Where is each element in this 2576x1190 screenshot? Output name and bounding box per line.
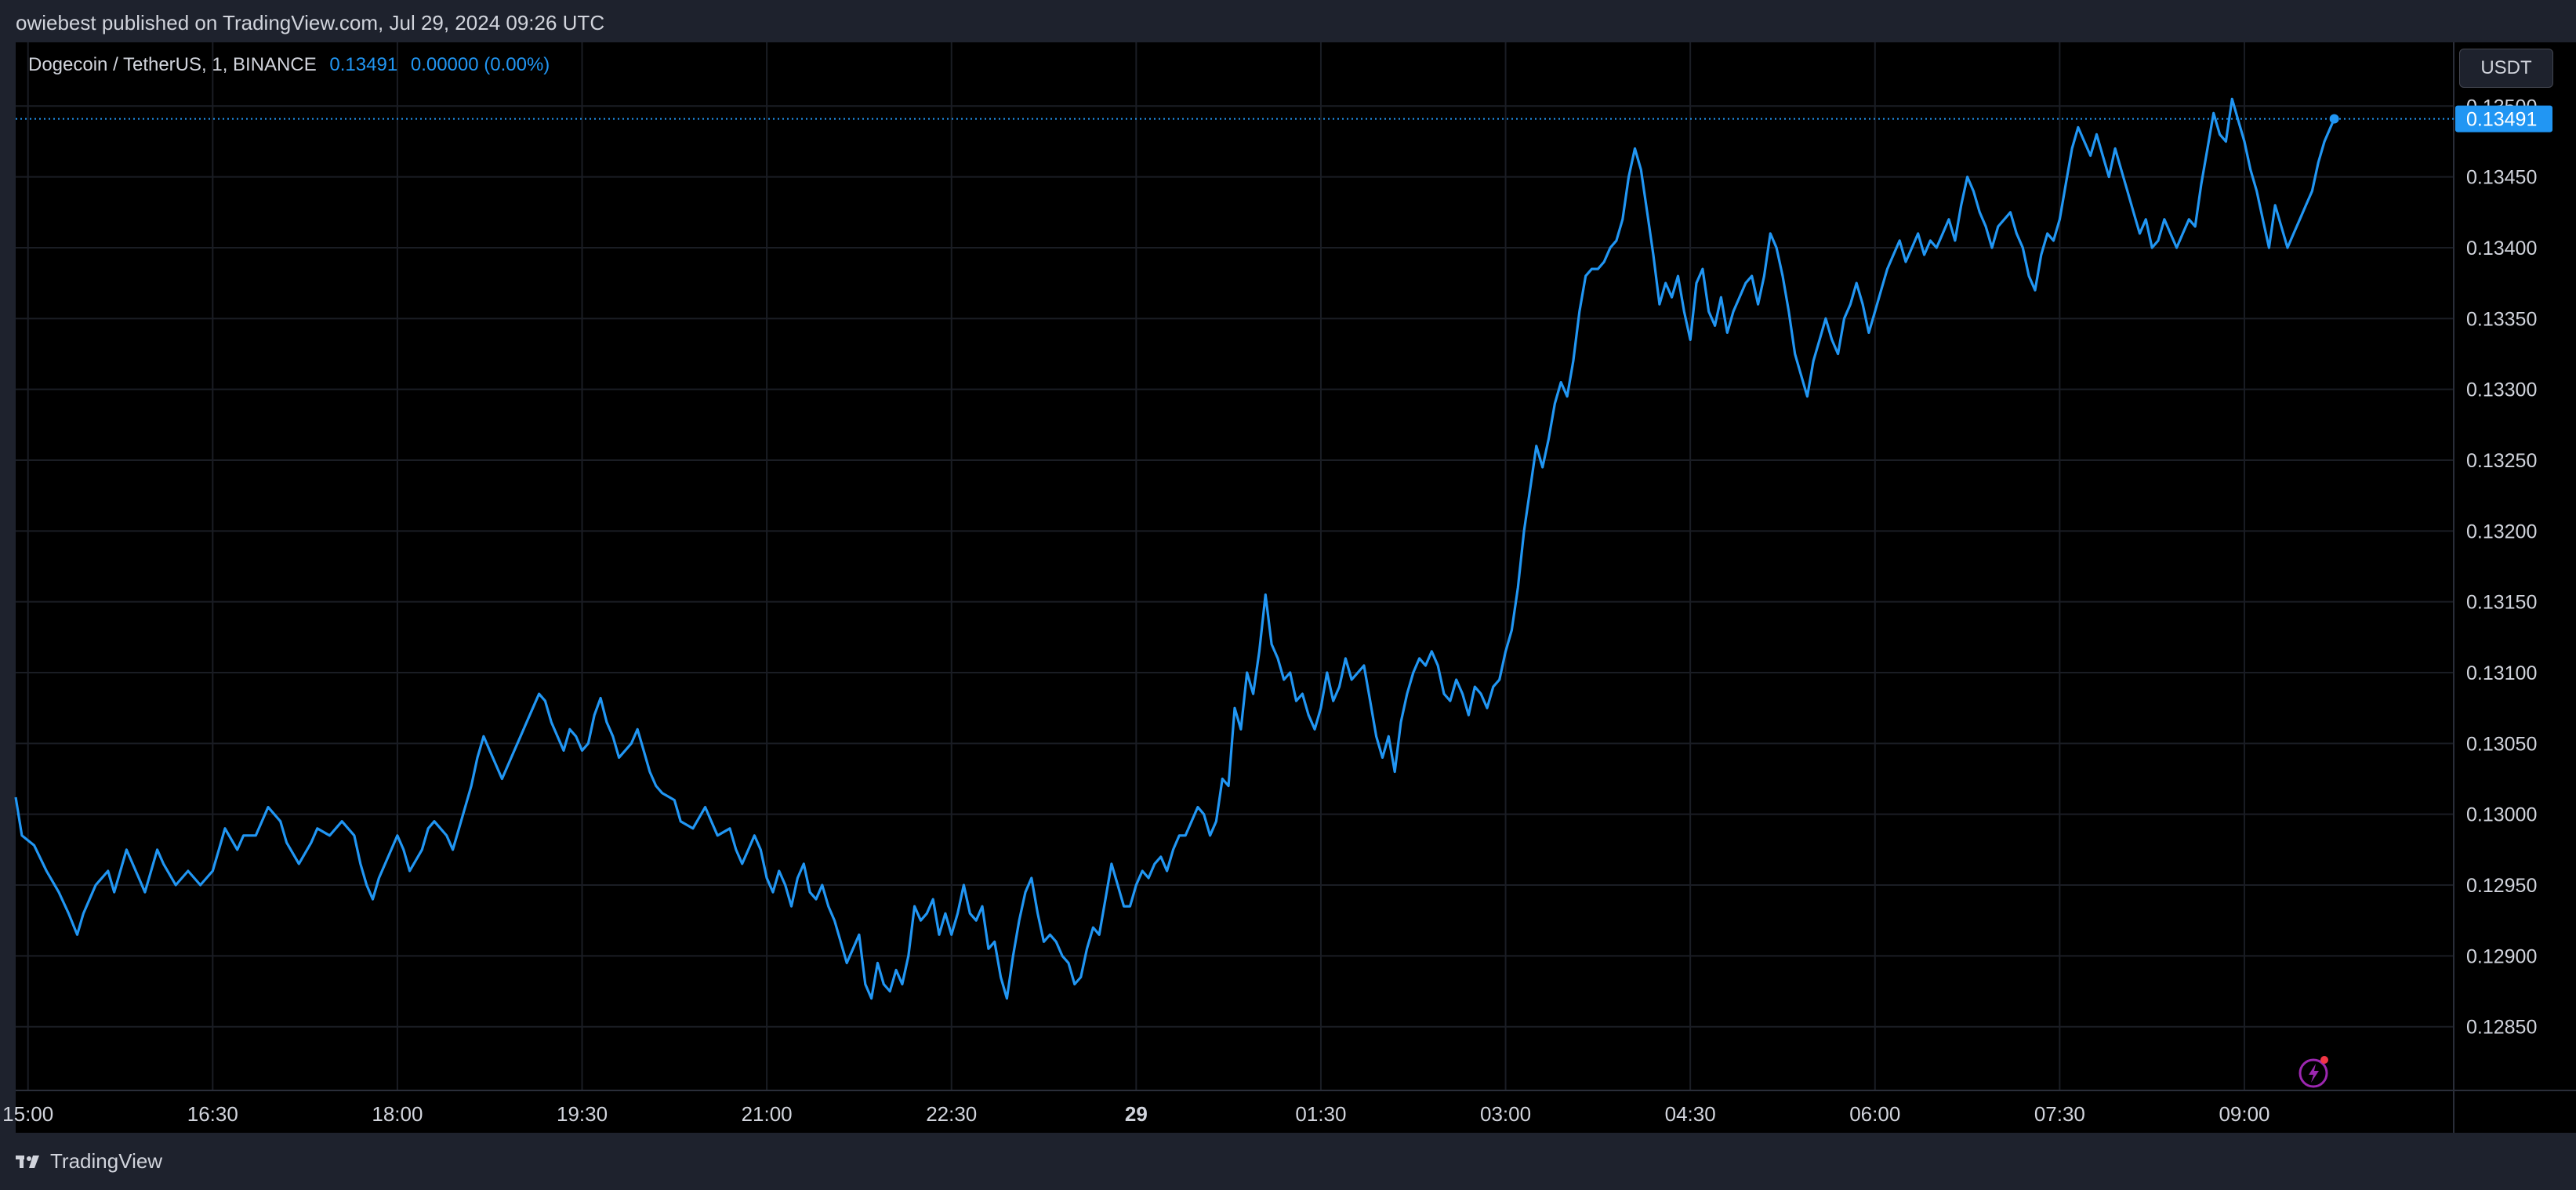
x-tick-label: 18:00 (372, 1102, 423, 1126)
legend-last-price: 0.13491 (329, 54, 398, 75)
chart-grid (16, 42, 2454, 1090)
x-tick-label: 29 (1125, 1102, 1148, 1126)
x-tick-label: 01:30 (1295, 1102, 1346, 1126)
x-tick-label: 19:30 (557, 1102, 608, 1126)
y-tick-label: 0.12900 (2466, 945, 2537, 967)
y-tick-label: 0.13350 (2466, 308, 2537, 330)
y-tick-label: 0.13400 (2466, 238, 2537, 259)
current-price-tag-label: 0.13491 (2466, 109, 2537, 131)
y-tick-label: 0.13250 (2466, 450, 2537, 472)
legend-symbol[interactable]: Dogecoin / TetherUS, 1, BINANCE (28, 54, 317, 75)
y-tick-label: 0.13300 (2466, 379, 2537, 401)
y-tick-label: 0.13100 (2466, 662, 2537, 684)
current-price-tag: 0.13491 (2455, 105, 2552, 132)
price-chart[interactable]: 0.12850 0.12900 0.12950 0.13000 0.13050 0.131… (0, 0, 2576, 1190)
y-tick-label: 0.12850 (2466, 1017, 2537, 1039)
x-tick-label: 21:00 (742, 1102, 793, 1126)
y-tick-label: 0.13450 (2466, 167, 2537, 189)
x-tick-label: 03:00 (1480, 1102, 1531, 1126)
x-tick-label: 07:30 (2034, 1102, 2085, 1126)
x-tick-label: 15:00 (2, 1102, 53, 1126)
last-price-dot (2329, 114, 2339, 124)
price-series (14, 97, 2339, 1000)
notification-dot (2320, 1056, 2328, 1064)
y-tick-label: 0.13150 (2466, 592, 2537, 614)
x-tick-label: 04:30 (1665, 1102, 1716, 1126)
currency-button[interactable]: USDT (2459, 49, 2553, 88)
tradingview-logo-icon (16, 1155, 39, 1168)
y-tick-label: 0.13000 (2466, 804, 2537, 826)
y-tick-label: 0.12950 (2466, 875, 2537, 897)
symbol-legend[interactable]: Dogecoin / TetherUS, 1, BINANCE 0.13491 … (28, 54, 550, 76)
x-tick-label: 09:00 (2219, 1102, 2269, 1126)
tradingview-brand[interactable]: TradingView (16, 1149, 162, 1174)
footer-bar (0, 1133, 2576, 1190)
x-tick-label: 06:00 (1849, 1102, 1900, 1126)
footer-brand-label: TradingView (50, 1149, 163, 1173)
x-tick-label: 22:30 (926, 1102, 977, 1126)
x-tick-label: 16:30 (187, 1102, 238, 1126)
y-tick-label: 0.13200 (2466, 521, 2537, 542)
axes: 0.12850 0.12900 0.12950 0.13000 0.13050 0.131… (2, 42, 2576, 1133)
price-line (14, 97, 2336, 1000)
y-tick-label: 0.13050 (2466, 733, 2537, 755)
legend-change: 0.00000 (0.00%) (410, 54, 550, 75)
lightning-icon[interactable] (2297, 1054, 2333, 1090)
